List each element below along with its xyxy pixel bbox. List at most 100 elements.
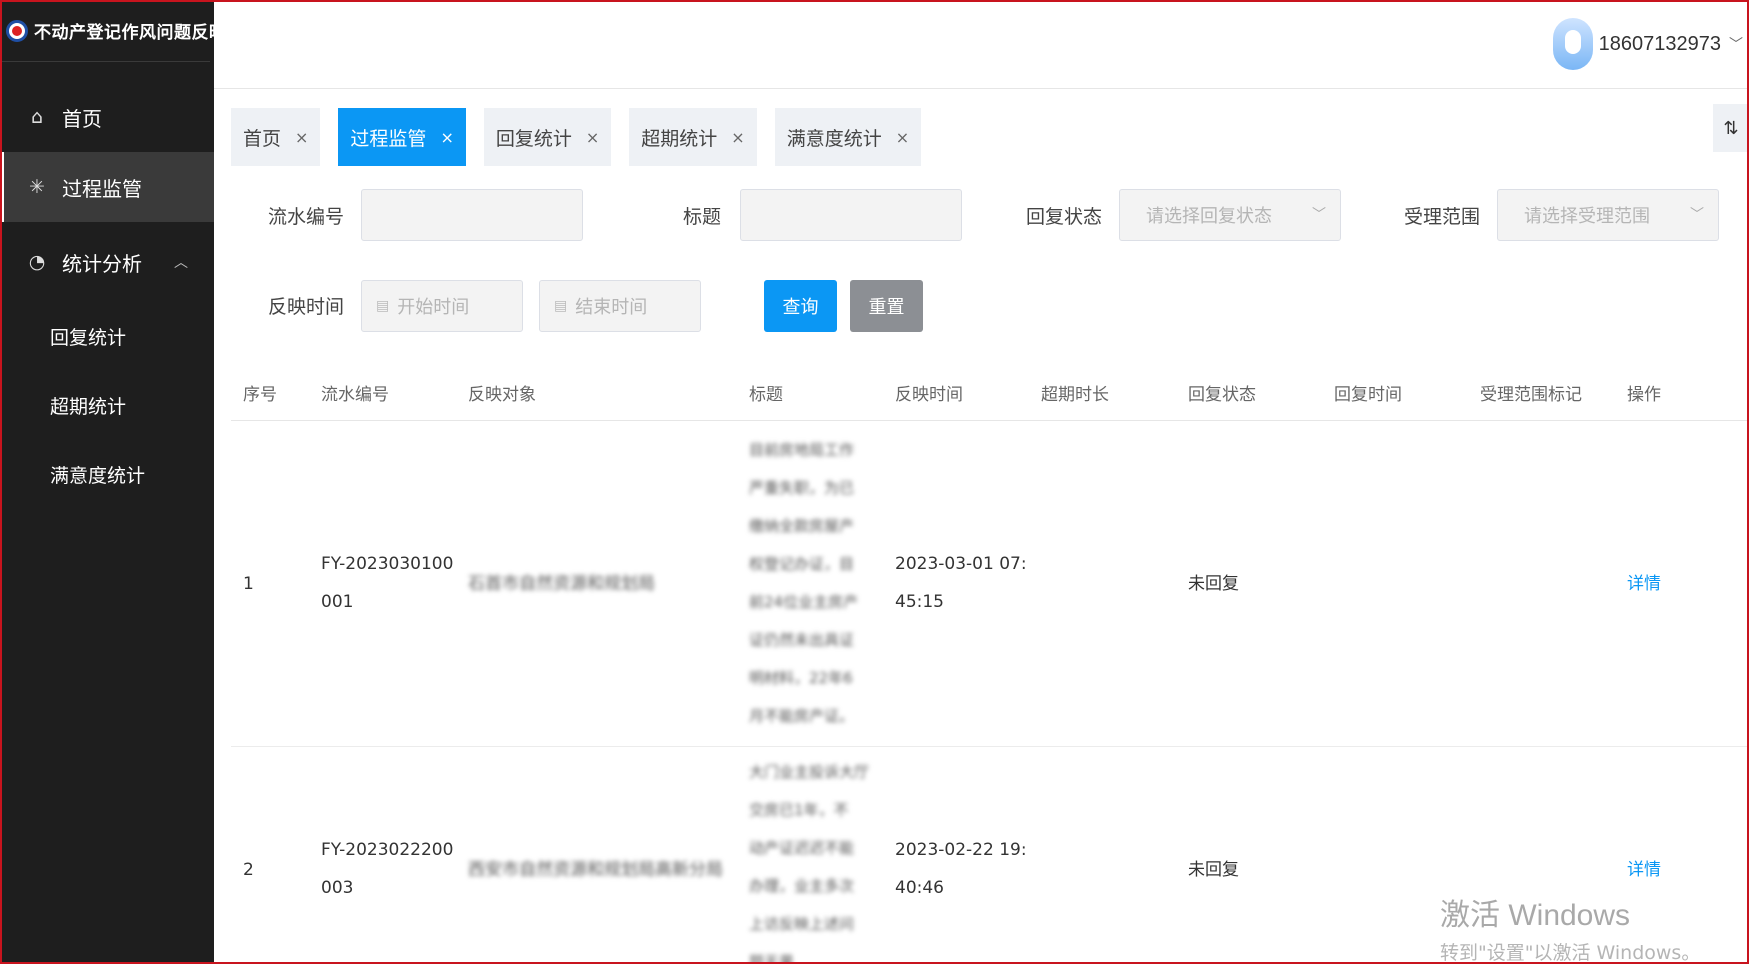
serial-input[interactable] xyxy=(361,189,583,241)
tab-satisfaction-stats[interactable]: 满意度统计 × xyxy=(774,108,922,166)
start-date-placeholder: 开始时间 xyxy=(397,297,470,318)
time-label: 反映时间 xyxy=(268,296,345,318)
serial-label: 流水编号 xyxy=(268,206,345,228)
column-header-reply-time: 回复时间 xyxy=(1334,385,1402,405)
chevron-down-icon: ﹀ xyxy=(1729,37,1743,53)
row-time: 2023-02-22 19: 40:46 xyxy=(895,831,1027,907)
scope-placeholder: 请选择受理范围 xyxy=(1524,206,1650,227)
row-title-line: 办理，业主多次 xyxy=(749,877,855,895)
row-serial: FY-2023022200 003 xyxy=(321,831,453,907)
close-icon[interactable]: × xyxy=(731,128,744,147)
row-title-line: 月不能房产证。 xyxy=(749,707,855,725)
chevron-down-icon: ﹀ xyxy=(1690,207,1704,223)
pie-chart-icon: ◔ xyxy=(28,251,46,273)
sidebar-item-label: 过程监管 xyxy=(62,176,142,201)
windows-activation-watermark: 激活 Windows xyxy=(1440,899,1631,932)
row-time-part: 40:46 xyxy=(895,878,944,898)
row-reply-status: 未回复 xyxy=(1188,860,1239,880)
row-target: 石首市自然资源和规划局 xyxy=(468,574,655,594)
tab-reply-stats[interactable]: 回复统计 × xyxy=(483,108,612,166)
sidebar-item-home[interactable]: ⌂ 首页 xyxy=(0,82,214,152)
query-button[interactable]: 查询 xyxy=(764,280,837,332)
sort-arrows-icon: ⇅ xyxy=(1723,117,1739,139)
column-header-serial: 流水编号 xyxy=(321,385,389,405)
sidebar-item-process-supervision[interactable]: ✳ 过程监管 xyxy=(0,152,214,222)
title-input[interactable] xyxy=(740,189,962,241)
start-date-input[interactable]: ▤ 开始时间 xyxy=(361,280,523,332)
tab-label: 首页 xyxy=(243,127,282,150)
row-title-line: 缴纳全款房屋产 xyxy=(749,517,855,535)
brand: 不动产登记作风问题反映 xyxy=(0,0,226,62)
close-icon[interactable]: × xyxy=(440,128,453,147)
close-icon[interactable]: × xyxy=(295,128,308,147)
tab-label: 超期统计 xyxy=(641,127,718,150)
row-title-line: 明材料，22年6 xyxy=(749,669,853,687)
end-date-placeholder: 结束时间 xyxy=(575,297,648,318)
calendar-icon: ▤ xyxy=(554,298,568,314)
row-title-line: 大门业主投诉大厅 xyxy=(749,763,870,781)
row-title-line: 严重失职，为已 xyxy=(749,479,855,497)
sidebar-subitem-reply-stats[interactable]: 回复统计 xyxy=(0,302,214,371)
sidebar-item-statistics[interactable]: ◔ 统计分析 ︿ xyxy=(0,222,214,302)
close-icon[interactable]: × xyxy=(896,128,909,147)
row-title: 目前房地局工作 严重失职，为已 缴纳全款房屋产 权登记办证，目 前24位业主房产… xyxy=(749,431,858,735)
row-time-part: 45:15 xyxy=(895,592,944,612)
close-icon[interactable]: × xyxy=(586,128,599,147)
row-serial-part: FY-2023022200 xyxy=(321,840,454,860)
details-link[interactable]: 详情 xyxy=(1627,565,1661,603)
sidebar-subitem-label: 回复统计 xyxy=(50,327,127,349)
scope-select[interactable]: 请选择受理范围 ﹀ xyxy=(1497,189,1719,241)
table-row: 1 FY-2023030100 001 石首市自然资源和规划局 目前房地局工作 … xyxy=(231,421,1749,747)
row-index: 2 xyxy=(243,860,254,880)
row-title-line: 交房已1年，不 xyxy=(749,801,849,819)
home-icon: ⌂ xyxy=(30,106,44,128)
column-header-time: 反映时间 xyxy=(895,385,963,405)
sidebar-nav: ⌂ 首页 ✳ 过程监管 ◔ 统计分析 ︿ 回复统计 超期统计 满意度统计 xyxy=(0,82,214,509)
column-header-title: 标题 xyxy=(749,385,783,405)
top-header: 18607132973 ﹀ xyxy=(214,0,1749,89)
row-serial-part: 003 xyxy=(321,878,354,898)
details-link[interactable]: 详情 xyxy=(1627,851,1661,889)
tab-label: 回复统计 xyxy=(495,127,572,150)
row-target: 西安市自然资源和规划局高新分局 xyxy=(468,860,723,880)
tab-label: 过程监管 xyxy=(350,127,427,150)
row-serial-part: FY-2023030100 xyxy=(321,554,454,574)
user-menu[interactable]: 18607132973 ﹀ xyxy=(1552,18,1743,70)
column-header-target: 反映对象 xyxy=(468,385,536,405)
reply-status-placeholder: 请选择回复状态 xyxy=(1146,206,1272,227)
asterisk-icon: ✳ xyxy=(29,176,45,198)
reply-status-label: 回复状态 xyxy=(1026,206,1103,228)
row-title-line: 题无果 xyxy=(749,953,795,964)
sidebar-subitem-satisfaction-stats[interactable]: 满意度统计 xyxy=(0,440,214,509)
row-title-line: 证仍然未出具证 xyxy=(749,631,855,649)
sidebar-item-label: 统计分析 xyxy=(62,251,142,276)
tab-label: 满意度统计 xyxy=(786,127,882,150)
row-reply-status: 未回复 xyxy=(1188,574,1239,594)
row-title-line: 动产证迟迟不能 xyxy=(749,839,855,857)
avatar xyxy=(1552,18,1593,70)
tab-home[interactable]: 首页 × xyxy=(231,108,321,166)
column-header-action: 操作 xyxy=(1627,385,1661,405)
tab-settings-button[interactable]: ⇅ xyxy=(1713,104,1749,152)
sidebar-subitem-overdue-stats[interactable]: 超期统计 xyxy=(0,371,214,440)
tab-bar: 首页 × 过程监管 × 回复统计 × 超期统计 × 满意度统计 × xyxy=(231,108,939,166)
emblem-logo-icon xyxy=(6,19,28,42)
column-header-reply-status: 回复状态 xyxy=(1188,385,1256,405)
end-date-input[interactable]: ▤ 结束时间 xyxy=(539,280,701,332)
reset-button[interactable]: 重置 xyxy=(850,280,923,332)
column-header-index: 序号 xyxy=(243,385,277,405)
row-serial-part: 001 xyxy=(321,592,354,612)
row-title-line: 前24位业主房产 xyxy=(749,593,859,611)
tab-overdue-stats[interactable]: 超期统计 × xyxy=(629,108,757,166)
tab-process-supervision[interactable]: 过程监管 × xyxy=(338,108,466,166)
title-label: 标题 xyxy=(683,206,722,228)
chevron-down-icon: ﹀ xyxy=(1312,207,1326,223)
table-header: 序号 流水编号 反映对象 标题 反映时间 超期时长 回复状态 回复时间 受理范围… xyxy=(231,360,1749,421)
row-time: 2023-03-01 07: 45:15 xyxy=(895,545,1027,621)
row-index: 1 xyxy=(243,574,254,594)
column-header-overdue: 超期时长 xyxy=(1041,385,1109,405)
sidebar: 不动产登记作风问题反映 ⌂ 首页 ✳ 过程监管 ◔ 统计分析 ︿ 回复统计 超期… xyxy=(0,0,226,964)
row-serial: FY-2023030100 001 xyxy=(321,545,453,621)
row-time-part: 2023-03-01 07: xyxy=(895,554,1027,574)
reply-status-select[interactable]: 请选择回复状态 ﹀ xyxy=(1119,189,1341,241)
